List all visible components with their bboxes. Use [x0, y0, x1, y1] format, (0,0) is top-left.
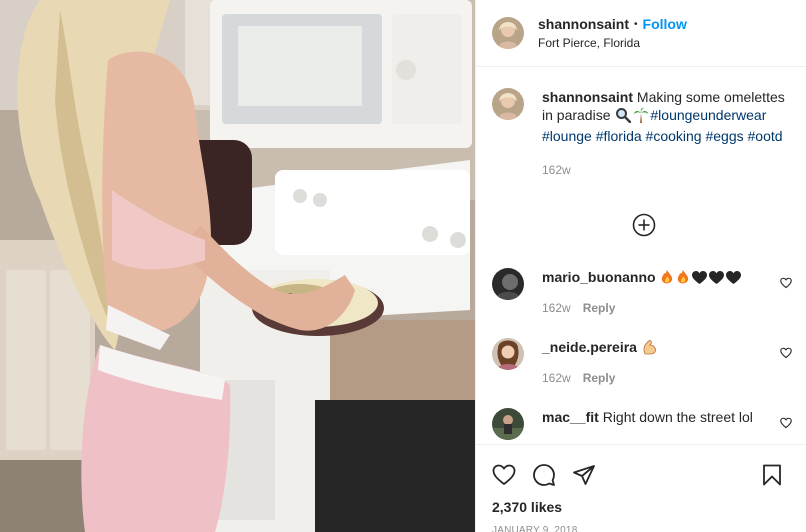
- paper-plane-icon[interactable]: [572, 463, 596, 487]
- post-side-panel: shannonsaint • Follow Fort Pierce, Flori…: [475, 0, 806, 532]
- comment-bubble-icon[interactable]: [532, 463, 556, 487]
- caption-author-avatar[interactable]: [492, 88, 524, 120]
- hashtag-link[interactable]: #cooking: [646, 128, 702, 144]
- likes-count[interactable]: 2,370 likes: [476, 493, 806, 515]
- post-header: shannonsaint • Follow Fort Pierce, Flori…: [476, 0, 806, 67]
- post-date[interactable]: JANUARY 9, 2018: [476, 515, 806, 532]
- palm-tree-emoji: [633, 107, 649, 127]
- caption-username[interactable]: shannonsaint: [542, 89, 633, 105]
- post-actions: 2,370 likes JANUARY 9, 2018: [476, 444, 806, 532]
- commenter-username[interactable]: mac__fit: [542, 409, 599, 425]
- fire-emoji: [660, 270, 674, 289]
- commenter-avatar[interactable]: [492, 268, 524, 300]
- comments-area[interactable]: shannonsaint Making some omelettes in pa…: [476, 68, 806, 443]
- comment-meta: 162w Reply: [542, 371, 767, 385]
- bookmark-icon[interactable]: [760, 463, 784, 487]
- kitchen-photo-image: [0, 0, 475, 532]
- header-separator: •: [634, 18, 638, 30]
- plus-circle-icon[interactable]: [632, 213, 656, 237]
- flexed-biceps-emoji: [642, 339, 658, 359]
- hashtag-link[interactable]: #ootd: [748, 128, 783, 144]
- post-header-text: shannonsaint • Follow Fort Pierce, Flori…: [538, 16, 687, 50]
- comment-item: mario_buonanno 162w Reply: [492, 268, 792, 315]
- comment-text: Right down the street lol: [602, 409, 753, 425]
- post-caption: shannonsaint Making some omelettes in pa…: [476, 68, 806, 177]
- comment-like-heart-icon[interactable]: [780, 347, 792, 359]
- caption-text-block: shannonsaint Making some omelettes in pa…: [542, 88, 787, 145]
- commenter-avatar[interactable]: [492, 408, 524, 440]
- comment-item: mac__fit Right down the street lol: [492, 408, 792, 440]
- comment-like-heart-icon[interactable]: [780, 277, 792, 289]
- reply-button[interactable]: Reply: [583, 371, 616, 385]
- comment-text-block: mario_buonanno: [542, 268, 767, 289]
- magnifying-glass-emoji: [615, 107, 632, 127]
- fire-emoji: [676, 270, 690, 289]
- comment-like-heart-icon[interactable]: [780, 417, 792, 429]
- post-photo[interactable]: [0, 0, 475, 532]
- commenter-username[interactable]: _neide.pereira: [542, 339, 637, 355]
- hashtag-link[interactable]: #eggs: [705, 128, 743, 144]
- comment-text-block: _neide.pereira: [542, 338, 767, 359]
- post-header-line: shannonsaint • Follow: [538, 16, 687, 32]
- hashtag-link[interactable]: #loungeunderwear: [650, 107, 766, 123]
- comment-timestamp[interactable]: 162w: [542, 371, 571, 385]
- heart-outline-icon[interactable]: [492, 463, 516, 487]
- black-heart-emoji: [726, 271, 742, 289]
- author-avatar[interactable]: [492, 17, 524, 49]
- commenter-username[interactable]: mario_buonanno: [542, 269, 656, 285]
- caption-timestamp[interactable]: 162w: [542, 163, 787, 177]
- comment-meta: 162w Reply: [542, 301, 767, 315]
- post-location[interactable]: Fort Pierce, Florida: [538, 36, 687, 50]
- follow-button[interactable]: Follow: [643, 16, 687, 32]
- comment-text-block: mac__fit Right down the street lol: [542, 408, 767, 426]
- author-username[interactable]: shannonsaint: [538, 16, 629, 32]
- hashtag-link[interactable]: #lounge: [542, 128, 592, 144]
- black-heart-emoji: [709, 271, 725, 289]
- action-icon-row: [476, 445, 806, 493]
- comment-item: _neide.pereira 162w Reply: [492, 338, 792, 385]
- black-heart-emoji: [692, 271, 708, 289]
- reply-button[interactable]: Reply: [583, 301, 616, 315]
- hashtag-link[interactable]: #florida: [596, 128, 642, 144]
- comment-timestamp[interactable]: 162w: [542, 301, 571, 315]
- commenter-avatar[interactable]: [492, 338, 524, 370]
